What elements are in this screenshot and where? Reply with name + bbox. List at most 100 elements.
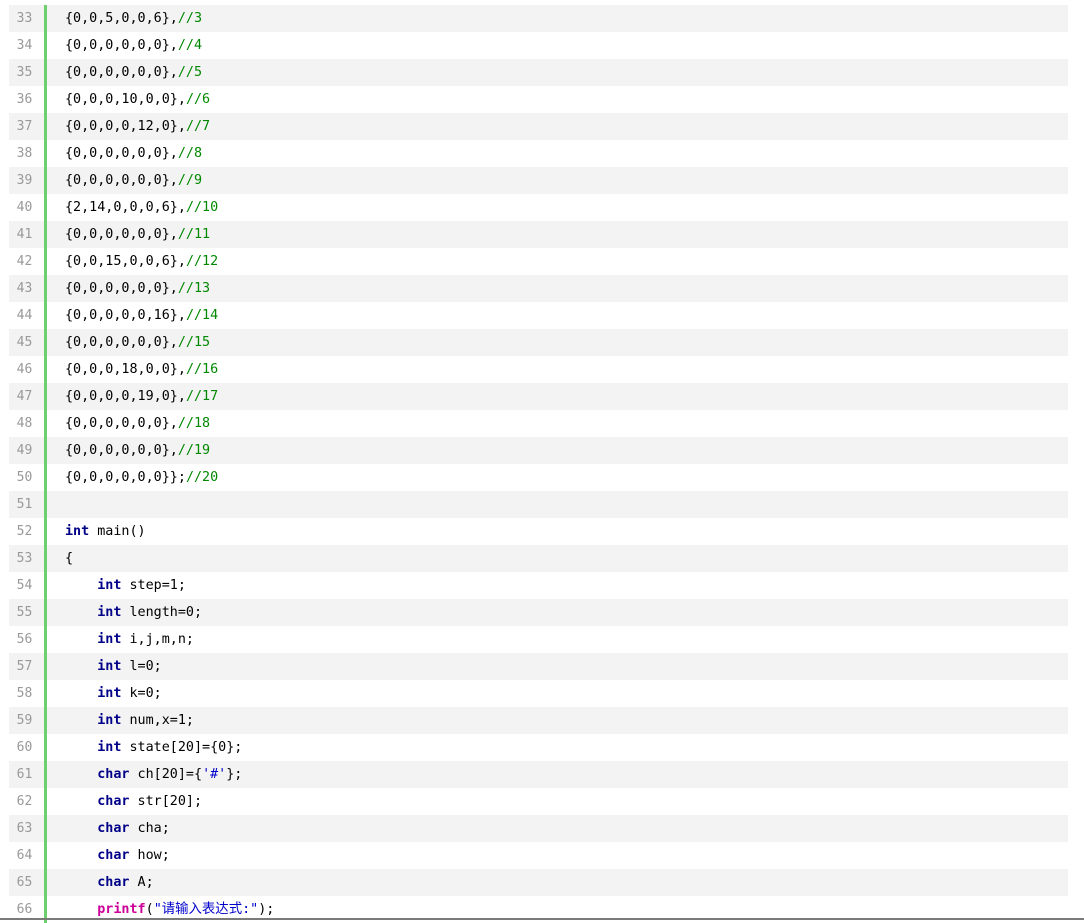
- code-line[interactable]: 36 {0,0,0,10,0,0},//6: [9, 86, 1068, 113]
- code-text[interactable]: {0,0,0,0,0,0},//11: [47, 221, 1068, 248]
- code-line[interactable]: 61 char ch[20]={'#'};: [9, 761, 1068, 788]
- code-text[interactable]: int num,x=1;: [47, 707, 1068, 734]
- code-token: {0,0,0,0,0,0},: [65, 281, 178, 296]
- line-number: 60: [9, 734, 47, 761]
- code-text[interactable]: {0,0,0,0,0,0},//18: [47, 410, 1068, 437]
- code-text[interactable]: {0,0,0,0,0,0},//9: [47, 167, 1068, 194]
- code-line[interactable]: 60 int state[20]={0};: [9, 734, 1068, 761]
- code-line[interactable]: 41 {0,0,0,0,0,0},//11: [9, 221, 1068, 248]
- code-line[interactable]: 51: [9, 491, 1068, 518]
- code-token: main(): [89, 524, 146, 539]
- code-line[interactable]: 43 {0,0,0,0,0,0},//13: [9, 275, 1068, 302]
- code-line[interactable]: 42 {0,0,15,0,0,6},//12: [9, 248, 1068, 275]
- code-text[interactable]: {0,0,0,0,0,0},//8: [47, 140, 1068, 167]
- code-token: {0,0,0,0,0,0},: [65, 443, 178, 458]
- comment-token: //3: [177, 11, 203, 26]
- code-line[interactable]: 62 char str[20];: [9, 788, 1068, 815]
- line-number: 43: [9, 275, 47, 302]
- line-number: 47: [9, 383, 47, 410]
- code-line[interactable]: 48 {0,0,0,0,0,0},//18: [9, 410, 1068, 437]
- code-line[interactable]: 34 {0,0,0,0,0,0},//4: [9, 32, 1068, 59]
- code-token: state[20]={0};: [121, 740, 243, 755]
- code-text[interactable]: {0,0,0,0,19,0},//17: [47, 383, 1068, 410]
- code-token: {0,0,0,0,0,0}};: [65, 470, 186, 485]
- code-line[interactable]: 57 int l=0;: [9, 653, 1068, 680]
- function-token: printf: [97, 902, 146, 917]
- code-text[interactable]: {0,0,0,0,0,0},//5: [47, 59, 1068, 86]
- code-text[interactable]: {0,0,0,0,0,0},//13: [47, 275, 1068, 302]
- code-text[interactable]: {0,0,0,0,0,0},//4: [47, 32, 1068, 59]
- code-line[interactable]: 64 char how;: [9, 842, 1068, 869]
- code-line[interactable]: 54 int step=1;: [9, 572, 1068, 599]
- code-text[interactable]: char A;: [47, 869, 1068, 896]
- code-line[interactable]: 53 {: [9, 545, 1068, 572]
- code-line[interactable]: 49 {0,0,0,0,0,0},//19: [9, 437, 1068, 464]
- code-text[interactable]: [47, 491, 1068, 518]
- code-text[interactable]: char how;: [47, 842, 1068, 869]
- code-line[interactable]: 50 {0,0,0,0,0,0}};//20: [9, 464, 1068, 491]
- code-text[interactable]: int step=1;: [47, 572, 1068, 599]
- code-text[interactable]: int l=0;: [47, 653, 1068, 680]
- code-token: how;: [129, 848, 170, 863]
- code-text[interactable]: {2,14,0,0,0,6},//10: [47, 194, 1068, 221]
- code-text[interactable]: {0,0,0,0,0,0},//15: [47, 329, 1068, 356]
- code-text[interactable]: int k=0;: [47, 680, 1068, 707]
- keyword-token: int: [97, 686, 122, 701]
- code-text[interactable]: int state[20]={0};: [47, 734, 1068, 761]
- code-text[interactable]: {0,0,0,0,0,0},//19: [47, 437, 1068, 464]
- code-line[interactable]: 47 {0,0,0,0,19,0},//17: [9, 383, 1068, 410]
- code-line[interactable]: 63 char cha;: [9, 815, 1068, 842]
- code-text[interactable]: {0,0,15,0,0,6},//12: [47, 248, 1068, 275]
- code-line[interactable]: 56 int i,j,m,n;: [9, 626, 1068, 653]
- line-number: 54: [9, 572, 47, 599]
- code-text[interactable]: {0,0,0,0,12,0},//7: [47, 113, 1068, 140]
- code-line[interactable]: 40 {2,14,0,0,0,6},//10: [9, 194, 1068, 221]
- keyword-token: int: [97, 605, 122, 620]
- comment-token: //20: [185, 470, 219, 485]
- code-text[interactable]: {0,0,0,18,0,0},//16: [47, 356, 1068, 383]
- code-line[interactable]: 65 char A;: [9, 869, 1068, 896]
- line-number: 49: [9, 437, 47, 464]
- code-line[interactable]: 38 {0,0,0,0,0,0},//8: [9, 140, 1068, 167]
- code-line[interactable]: 59 int num,x=1;: [9, 707, 1068, 734]
- code-line[interactable]: 45 {0,0,0,0,0,0},//15: [9, 329, 1068, 356]
- comment-token: //14: [185, 308, 219, 323]
- code-text[interactable]: char ch[20]={'#'};: [47, 761, 1068, 788]
- line-number: 62: [9, 788, 47, 815]
- code-text[interactable]: {0,0,0,10,0,0},//6: [47, 86, 1068, 113]
- line-number: 57: [9, 653, 47, 680]
- code-text[interactable]: int main(): [47, 518, 1068, 545]
- code-text[interactable]: int i,j,m,n;: [47, 626, 1068, 653]
- code-text[interactable]: char cha;: [47, 815, 1068, 842]
- code-token: {0,0,0,18,0,0},: [65, 362, 186, 377]
- code-text[interactable]: char str[20];: [47, 788, 1068, 815]
- code-token: {0,0,0,0,0,0},: [65, 65, 178, 80]
- code-line[interactable]: 46 {0,0,0,18,0,0},//16: [9, 356, 1068, 383]
- code-view[interactable]: 33 {0,0,5,0,0,6},//3 34 {0,0,0,0,0,0},//4 35…: [0, 5, 1068, 923]
- keyword-token: char: [97, 767, 130, 782]
- code-line[interactable]: 52 int main(): [9, 518, 1068, 545]
- code-line[interactable]: 58 int k=0;: [9, 680, 1068, 707]
- code-line[interactable]: 39 {0,0,0,0,0,0},//9: [9, 167, 1068, 194]
- code-text[interactable]: int length=0;: [47, 599, 1068, 626]
- code-line[interactable]: 44 {0,0,0,0,0,16},//14: [9, 302, 1068, 329]
- code-line[interactable]: 35 {0,0,0,0,0,0},//5: [9, 59, 1068, 86]
- code-token: num,x=1;: [121, 713, 194, 728]
- code-text[interactable]: {0,0,5,0,0,6},//3: [47, 5, 1068, 32]
- code-text[interactable]: {: [47, 545, 1068, 572]
- line-number: 44: [9, 302, 47, 329]
- code-text[interactable]: {0,0,0,0,0,16},//14: [47, 302, 1068, 329]
- code-token: ch[20]={: [129, 767, 203, 782]
- code-line[interactable]: 55 int length=0;: [9, 599, 1068, 626]
- line-number: 45: [9, 329, 47, 356]
- code-text[interactable]: {0,0,0,0,0,0}};//20: [47, 464, 1068, 491]
- code-line[interactable]: 37 {0,0,0,0,12,0},//7: [9, 113, 1068, 140]
- code-line[interactable]: 33 {0,0,5,0,0,6},//3: [9, 5, 1068, 32]
- keyword-token: int: [97, 713, 122, 728]
- line-number: 40: [9, 194, 47, 221]
- code-token: {0,0,0,0,19,0},: [65, 389, 186, 404]
